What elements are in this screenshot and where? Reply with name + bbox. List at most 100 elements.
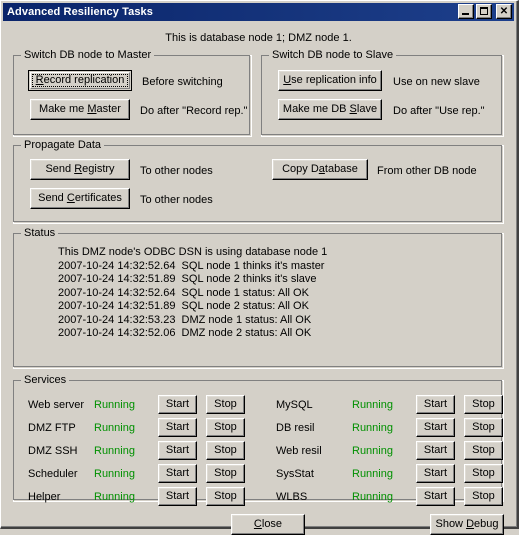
service-state-web-resil: Running — [352, 445, 393, 457]
group-status: Status This DMZ node's ODBC DSN is using… — [13, 227, 504, 369]
service-name-web-resil: Web resil — [276, 445, 322, 457]
window-title: Advanced Resiliency Tasks — [7, 6, 153, 18]
service-name-web-server: Web server — [28, 399, 85, 411]
close-icon: ✕ — [499, 6, 509, 17]
window-inner-frame: Advanced Resiliency Tasks ✕ This is data… — [1, 1, 517, 535]
stop-button-scheduler[interactable]: Stop — [206, 464, 245, 483]
send-registry-hint: To other nodes — [140, 165, 213, 177]
send-certificates-label: Send Certificates — [38, 192, 122, 204]
show-debug-button[interactable]: Show Debug — [430, 514, 504, 535]
start-label: Start — [423, 421, 448, 433]
service-name-db-resil: DB resil — [276, 422, 315, 434]
stop-button-dmz-ftp[interactable]: Stop — [206, 418, 245, 437]
group-title-status: Status — [21, 227, 59, 239]
stop-button-db-resil[interactable]: Stop — [464, 418, 503, 437]
make-me-master-button[interactable]: Make me Master — [30, 99, 130, 120]
start-label: Start — [165, 490, 190, 502]
make-me-db-slave-button[interactable]: Make me DB Slave — [278, 99, 382, 120]
use-replication-info-hint: Use on new slave — [393, 76, 480, 88]
stop-button-web-server[interactable]: Stop — [206, 395, 245, 414]
start-button-mysql[interactable]: Start — [416, 395, 455, 414]
stop-label: Stop — [472, 490, 495, 502]
stop-button-wlbs[interactable]: Stop — [464, 487, 503, 506]
start-button-helper[interactable]: Start — [158, 487, 197, 506]
service-name-dmz-ssh: DMZ SSH — [28, 445, 78, 457]
minimize-button[interactable] — [458, 4, 474, 19]
group-title-propagate-data: Propagate Data — [21, 139, 105, 151]
status-log-line: 2007-10-24 14:32:51.89 SQL node 2 thinks… — [58, 273, 317, 285]
status-log-line: 2007-10-24 14:32:51.89 SQL node 2 status… — [58, 300, 309, 312]
use-replication-info-label: Use replication info — [283, 74, 377, 86]
record-replication-button[interactable]: Record replication — [28, 70, 132, 91]
maximize-icon — [480, 7, 488, 15]
stop-label: Stop — [214, 444, 237, 456]
service-name-sysstat: SysStat — [276, 468, 314, 480]
status-log[interactable]: This DMZ node's ODBC DSN is using databa… — [16, 246, 501, 366]
title-bar[interactable]: Advanced Resiliency Tasks ✕ — [3, 3, 514, 21]
stop-label: Stop — [472, 444, 495, 456]
node-subtitle: This is database node 1; DMZ node 1. — [165, 32, 352, 44]
stop-label: Stop — [214, 490, 237, 502]
stop-button-sysstat[interactable]: Stop — [464, 464, 503, 483]
copy-database-button[interactable]: Copy Database — [272, 159, 368, 180]
stop-label: Stop — [214, 421, 237, 433]
service-state-db-resil: Running — [352, 422, 393, 434]
minimize-icon — [462, 13, 469, 15]
client-area: This is database node 1; DMZ node 1. Swi… — [3, 22, 514, 535]
start-button-dmz-ssh[interactable]: Start — [158, 441, 197, 460]
close-button[interactable]: ✕ — [496, 4, 512, 19]
service-name-wlbs: WLBS — [276, 491, 308, 503]
window-controls: ✕ — [458, 4, 512, 19]
start-button-dmz-ftp[interactable]: Start — [158, 418, 197, 437]
service-state-web-server: Running — [94, 399, 135, 411]
start-label: Start — [423, 444, 448, 456]
make-me-master-hint: Do after "Record rep." — [140, 105, 248, 117]
start-button-scheduler[interactable]: Start — [158, 464, 197, 483]
service-state-helper: Running — [94, 491, 135, 503]
send-registry-label: Send Registry — [45, 163, 115, 175]
stop-label: Stop — [472, 421, 495, 433]
start-button-web-server[interactable]: Start — [158, 395, 197, 414]
stop-button-mysql[interactable]: Stop — [464, 395, 503, 414]
send-certificates-hint: To other nodes — [140, 194, 213, 206]
start-label: Start — [423, 398, 448, 410]
status-log-line: 2007-10-24 14:32:52.64 SQL node 1 status… — [58, 286, 309, 299]
service-name-helper: Helper — [28, 491, 61, 503]
start-button-db-resil[interactable]: Start — [416, 418, 455, 437]
record-replication-label: Record replication — [35, 74, 125, 86]
stop-label: Stop — [472, 467, 495, 479]
close-dialog-label: Close — [253, 518, 283, 530]
start-label: Start — [423, 490, 448, 502]
start-label: Start — [165, 444, 190, 456]
maximize-button[interactable] — [476, 4, 492, 19]
start-button-sysstat[interactable]: Start — [416, 464, 455, 483]
service-state-dmz-ftp: Running — [94, 422, 135, 434]
use-replication-info-button[interactable]: Use replication info — [278, 70, 382, 91]
record-replication-hint: Before switching — [142, 76, 223, 88]
send-certificates-button[interactable]: Send Certificates — [30, 188, 130, 209]
start-label: Start — [165, 421, 190, 433]
service-state-scheduler: Running — [94, 468, 135, 480]
start-label: Start — [165, 398, 190, 410]
close-dialog-button[interactable]: Close — [231, 514, 305, 535]
status-log-line: 2007-10-24 14:32:52.64 SQL node 1 thinks… — [58, 259, 325, 272]
stop-label: Stop — [214, 398, 237, 410]
service-state-wlbs: Running — [352, 491, 393, 503]
start-button-wlbs[interactable]: Start — [416, 487, 455, 506]
copy-database-hint: From other DB node — [377, 165, 477, 177]
service-name-scheduler: Scheduler — [28, 468, 78, 480]
send-registry-button[interactable]: Send Registry — [30, 159, 130, 180]
stop-button-helper[interactable]: Stop — [206, 487, 245, 506]
status-log-line: 2007-10-24 14:32:52.06 DMZ node 2 status… — [58, 327, 312, 339]
make-me-db-slave-hint: Do after "Use rep." — [393, 105, 485, 117]
start-label: Start — [165, 467, 190, 479]
stop-button-web-resil[interactable]: Stop — [464, 441, 503, 460]
group-propagate-data: Propagate Data Send Registry To other no… — [13, 139, 504, 224]
stop-label: Stop — [214, 467, 237, 479]
status-log-line: This DMZ node's ODBC DSN is using databa… — [58, 246, 328, 258]
start-label: Start — [423, 467, 448, 479]
copy-database-label: Copy Database — [282, 163, 358, 175]
start-button-web-resil[interactable]: Start — [416, 441, 455, 460]
group-services: Services Web server Running Start Stop D… — [13, 374, 504, 506]
stop-button-dmz-ssh[interactable]: Stop — [206, 441, 245, 460]
